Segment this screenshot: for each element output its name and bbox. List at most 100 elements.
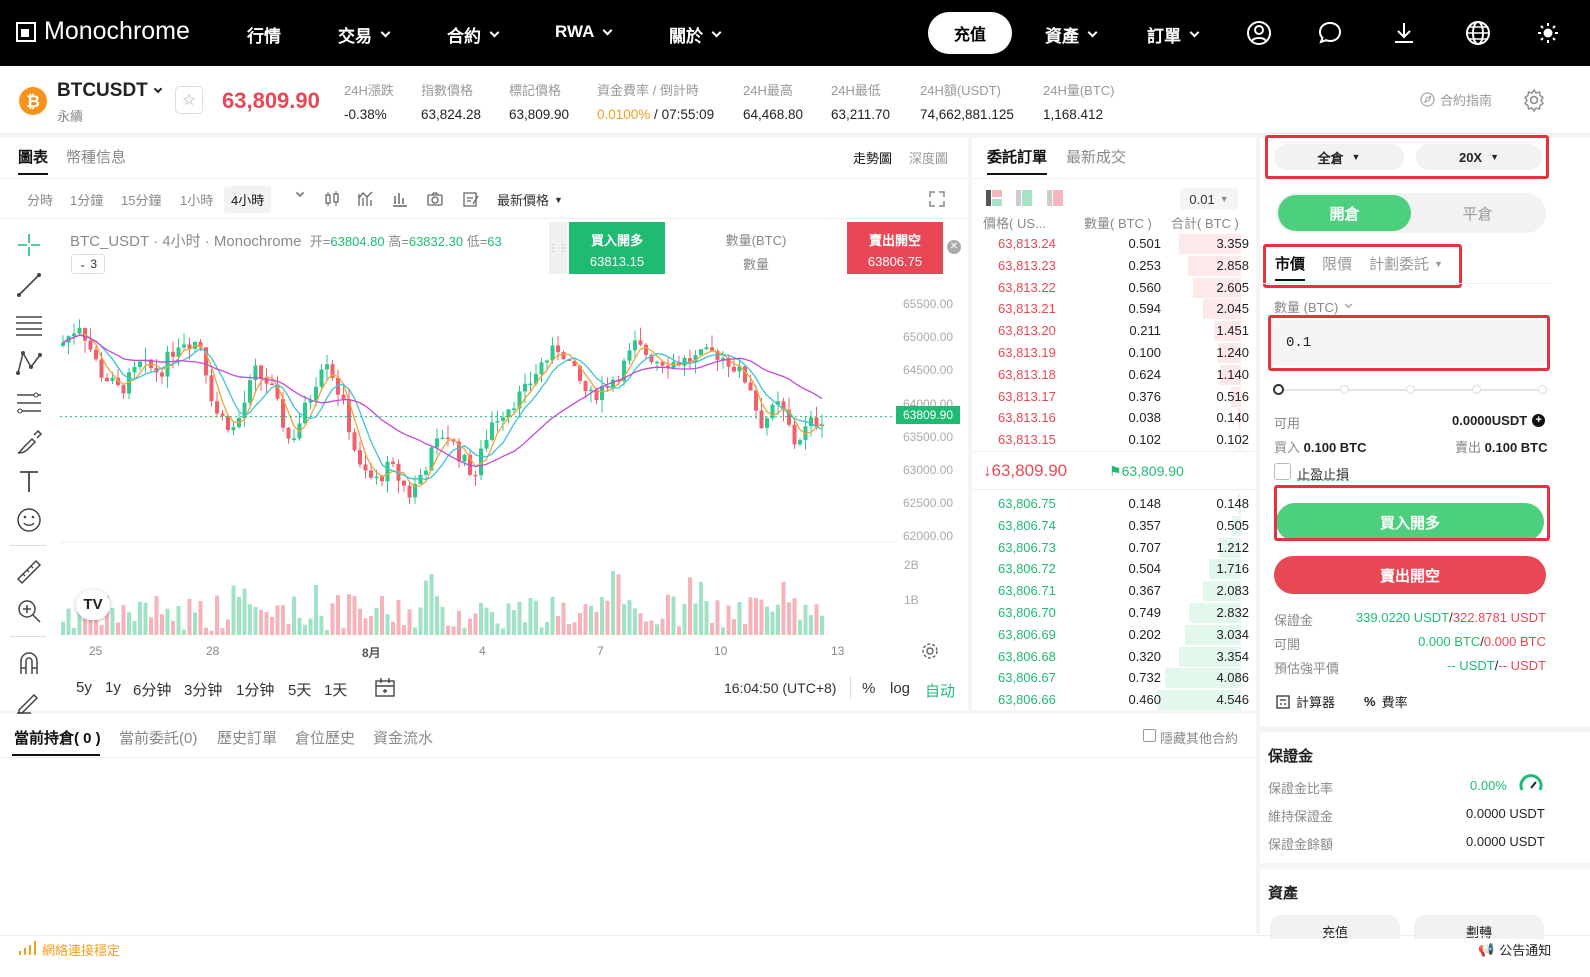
ask-row[interactable]: 63,813.16 0.038 0.140 — [985, 407, 1257, 429]
zoom-in-icon[interactable] — [14, 596, 44, 626]
bid-row[interactable]: 63,806.67 0.732 4.086 — [985, 667, 1257, 689]
hide-other-checkbox[interactable] — [1143, 729, 1156, 742]
theme-sun-icon[interactable] — [1535, 20, 1561, 46]
bid-row[interactable]: 63,806.75 0.148 0.148 — [985, 493, 1257, 515]
interval-1h[interactable]: 1小時 — [180, 190, 213, 209]
range-button[interactable]: 5天 — [288, 679, 311, 700]
indicator-toggle[interactable]: ⌄ 3 — [71, 254, 105, 274]
tab-recent-trades[interactable]: 最新成交 — [1066, 146, 1126, 167]
nav-item-assets[interactable]: 資產 — [1045, 22, 1098, 47]
positions-tab[interactable]: 倉位歷史 — [295, 727, 355, 748]
axis-settings-icon[interactable] — [921, 642, 939, 660]
range-button[interactable]: 3分钟 — [184, 679, 222, 700]
drag-handle[interactable]: ⋮⋮ — [548, 222, 568, 274]
candlestick-chart[interactable] — [60, 280, 960, 645]
close-icon[interactable]: ✕ — [947, 240, 961, 254]
ask-row[interactable]: 63,813.15 0.102 0.102 — [985, 429, 1257, 451]
book-bids-icon[interactable] — [1016, 190, 1032, 206]
edit-icon[interactable] — [462, 190, 480, 208]
chevron-down-icon[interactable] — [295, 188, 305, 198]
range-button[interactable]: 5y — [76, 679, 92, 696]
interval-tick[interactable]: 分時 — [27, 190, 53, 209]
fib-icon[interactable] — [14, 388, 44, 418]
crosshair-icon[interactable] — [14, 230, 44, 260]
add-funds-icon[interactable]: + — [1532, 414, 1546, 427]
sell-short-button[interactable]: 賣出開空 — [1274, 556, 1546, 594]
price-type-selector[interactable]: 最新價格 ▼ — [497, 190, 563, 209]
ask-row[interactable]: 63,813.21 0.594 2.045 — [985, 298, 1257, 320]
tab-order-book[interactable]: 委託訂單 — [987, 146, 1047, 167]
magnet-icon[interactable] — [14, 648, 44, 678]
interval-4h[interactable]: 4小時 — [224, 186, 272, 213]
announcement-link[interactable]: 📢 公告通知 — [1478, 940, 1551, 959]
nav-item-orders[interactable]: 訂單 — [1147, 22, 1200, 47]
contract-guide-link[interactable]: 合約指南 — [1420, 90, 1492, 109]
chart-buy-long-button[interactable]: 買入開多 63813.15 — [569, 222, 665, 274]
bid-row[interactable]: 63,806.73 0.707 1.212 — [985, 537, 1257, 559]
auto-scale-toggle[interactable]: 自动 — [925, 680, 955, 701]
nav-item-contract[interactable]: 合約 — [447, 22, 500, 47]
percent-scale-toggle[interactable]: % — [862, 680, 875, 697]
log-scale-toggle[interactable]: log — [890, 680, 910, 697]
brush-icon[interactable] — [14, 427, 44, 457]
tradingview-logo[interactable]: TV — [76, 590, 110, 620]
bid-row[interactable]: 63,806.74 0.357 0.505 — [985, 515, 1257, 537]
pattern-icon[interactable] — [14, 348, 44, 378]
positions-tab[interactable]: 歷史訂單 — [217, 727, 277, 748]
text-tool-icon[interactable] — [14, 466, 44, 496]
calendar-goto-icon[interactable] — [374, 676, 396, 698]
candlestick-icon[interactable] — [323, 190, 341, 208]
user-icon[interactable] — [1246, 20, 1272, 46]
symbol-selector[interactable]: BTCUSDT — [57, 80, 163, 102]
chat-icon[interactable] — [1317, 20, 1343, 46]
precision-selector[interactable]: 0.01 ▼ — [1180, 188, 1238, 210]
range-button[interactable]: 1天 — [324, 679, 347, 700]
trendline-icon[interactable] — [14, 270, 44, 300]
camera-icon[interactable] — [426, 190, 444, 208]
chart-qty-box[interactable]: 數量(BTC) 數量 — [665, 222, 847, 274]
bid-row[interactable]: 63,806.72 0.504 1.716 — [985, 558, 1257, 580]
brand-logo[interactable]: Monochrome — [16, 17, 190, 46]
tab-depth-chart[interactable]: 深度圖 — [909, 148, 948, 167]
download-icon[interactable] — [1391, 20, 1417, 46]
bid-row[interactable]: 63,806.69 0.202 3.034 — [985, 624, 1257, 646]
nav-item-trade[interactable]: 交易 — [338, 22, 391, 47]
lock-pen-icon[interactable] — [14, 686, 44, 716]
close-position-tab[interactable]: 平倉 — [1411, 195, 1544, 231]
slider-stop[interactable] — [1340, 385, 1349, 394]
tab-chart[interactable]: 圖表 — [18, 146, 48, 167]
book-asks-icon[interactable] — [1047, 190, 1063, 206]
range-button[interactable]: 1y — [105, 679, 121, 696]
ask-row[interactable]: 63,813.17 0.376 0.516 — [985, 386, 1257, 408]
bid-row[interactable]: 63,806.70 0.749 2.832 — [985, 602, 1257, 624]
slider-stop[interactable] — [1472, 385, 1481, 394]
chart-sell-short-button[interactable]: 賣出開空 63806.75 — [847, 222, 943, 274]
ask-row[interactable]: 63,813.19 0.100 1.240 — [985, 342, 1257, 364]
nav-item-rwa[interactable]: RWA — [555, 22, 613, 42]
positions-tab[interactable]: 當前委託(0) — [119, 727, 197, 748]
qty-slider-handle[interactable] — [1273, 384, 1284, 395]
ask-row[interactable]: 63,813.24 0.501 3.359 — [985, 233, 1257, 255]
tpsl-checkbox[interactable] — [1274, 463, 1291, 480]
emoji-icon[interactable] — [14, 505, 44, 535]
slider-stop[interactable] — [1406, 385, 1415, 394]
favorite-star-icon[interactable]: ☆ — [175, 86, 203, 114]
nav-item-about[interactable]: 關於 — [669, 22, 722, 47]
book-both-icon[interactable] — [986, 190, 1002, 206]
positions-tab[interactable]: 資金流水 — [373, 727, 433, 748]
ask-row[interactable]: 63,813.18 0.624 1.140 — [985, 364, 1257, 386]
tab-coin-info[interactable]: 幣種信息 — [66, 146, 126, 167]
slider-stop[interactable] — [1538, 385, 1547, 394]
indicators-icon[interactable] — [357, 190, 375, 208]
ask-row[interactable]: 63,813.23 0.253 2.858 — [985, 255, 1257, 277]
ruler-icon[interactable] — [14, 557, 44, 587]
horizontal-lines-icon[interactable] — [14, 309, 44, 339]
ask-row[interactable]: 63,813.20 0.211 1.451 — [985, 320, 1257, 342]
range-button[interactable]: 6分钟 — [133, 679, 171, 700]
recharge-button[interactable]: 充值 — [928, 12, 1012, 54]
settings-gear-icon[interactable] — [1522, 88, 1546, 112]
interval-1m[interactable]: 1分鐘 — [70, 190, 103, 209]
bid-row[interactable]: 63,806.68 0.320 3.354 — [985, 646, 1257, 668]
fullscreen-icon[interactable] — [928, 190, 946, 208]
bid-row[interactable]: 63,806.66 0.460 4.546 — [985, 689, 1257, 711]
